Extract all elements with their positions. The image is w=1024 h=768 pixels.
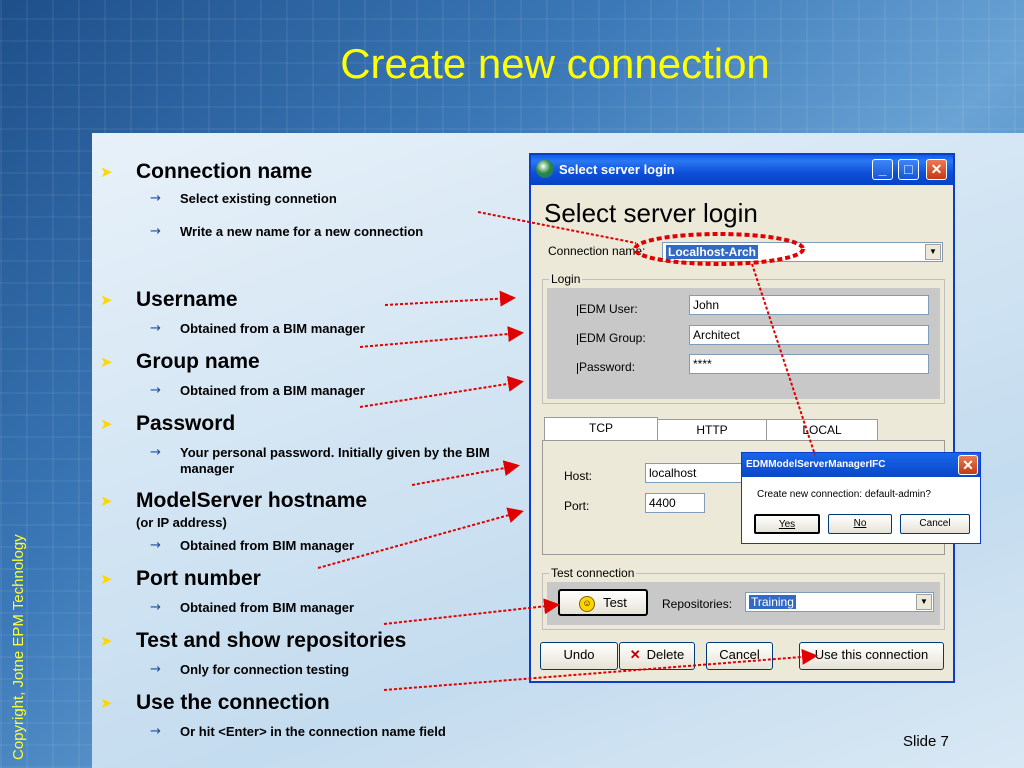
- delete-button[interactable]: ✕ Delete: [619, 642, 695, 670]
- delete-button-label: Delete: [646, 647, 685, 662]
- chevron-down-icon[interactable]: ▼: [916, 594, 932, 610]
- edm-group-input[interactable]: Architect: [689, 325, 929, 345]
- msgbox-titlebar[interactable]: EDMModelServerManagerIFC ✕: [742, 453, 980, 477]
- sub-bullet-text: Your personal password. Initially given …: [180, 445, 490, 476]
- sub-arrow-icon: →: [150, 191, 161, 206]
- sub-arrow-icon: →: [150, 662, 161, 677]
- sub-arrow-icon: →: [150, 538, 161, 553]
- cancel-button[interactable]: Cancel: [706, 642, 773, 670]
- delete-x-icon: ✕: [629, 647, 641, 662]
- yes-label: Yes: [778, 519, 796, 530]
- close-button[interactable]: ✕: [926, 159, 947, 180]
- host-label: Host:: [564, 469, 593, 483]
- sub-arrow-icon: →: [150, 321, 161, 336]
- bullet-arrow-icon: ➤: [100, 570, 113, 588]
- bullet-label: Password: [136, 412, 236, 435]
- bullet-label: Connection name: [136, 160, 313, 183]
- bullet-note: (or IP address): [136, 515, 227, 530]
- bullet-arrow-icon: ➤: [100, 415, 113, 433]
- sub-bullet-text: Write a new name for a new connection: [180, 224, 424, 239]
- sub-bullet-text: Only for connection testing: [180, 662, 350, 677]
- bullet-arrow-icon: ➤: [100, 353, 113, 371]
- password-input[interactable]: ****: [689, 354, 929, 374]
- smiley-icon: ☺: [579, 595, 596, 612]
- no-label: No: [853, 518, 867, 529]
- no-button[interactable]: No: [828, 514, 892, 534]
- port-label: Port:: [564, 499, 590, 513]
- tab-http[interactable]: HTTP: [657, 419, 767, 441]
- sub-bullet-text: Obtained from a BIM manager: [180, 383, 365, 398]
- undo-button[interactable]: Undo: [540, 642, 618, 670]
- bullet-label: ModelServer hostname: [136, 489, 368, 512]
- minimize-button[interactable]: _: [872, 159, 893, 180]
- field-marker: [577, 334, 578, 345]
- sub-arrow-icon: →: [150, 724, 161, 739]
- tab-local[interactable]: LOCAL: [766, 419, 878, 441]
- field-marker: [577, 363, 578, 374]
- select-server-login-dialog: Select server login _ □ ✕ Select server …: [529, 153, 955, 683]
- yes-button[interactable]: Yes: [754, 514, 820, 534]
- sub-arrow-icon: →: [150, 383, 161, 398]
- connection-name-combo[interactable]: Localhost-Arch ▼: [662, 242, 943, 262]
- test-button[interactable]: ☺ Test: [558, 589, 648, 616]
- repositories-combo[interactable]: Training ▼: [745, 592, 934, 612]
- sub-arrow-icon: →: [150, 224, 161, 239]
- bullet-arrow-icon: ➤: [100, 163, 113, 181]
- host-input[interactable]: localhost: [645, 463, 749, 483]
- edm-user-input[interactable]: John: [689, 295, 929, 315]
- sub-bullet-text: Select existing connetion: [180, 191, 337, 206]
- dialog-titlebar[interactable]: Select server login _ □ ✕: [531, 155, 953, 185]
- bullet-arrow-icon: ➤: [100, 694, 113, 712]
- test-group-title: Test connection: [549, 566, 637, 580]
- globe-icon: [536, 160, 554, 178]
- sub-bullet-text: Obtained from BIM manager: [180, 600, 355, 615]
- bullet-label: Test and show repositories: [136, 629, 407, 652]
- slide-number: Slide 7: [903, 733, 949, 750]
- bullet-arrow-icon: ➤: [100, 291, 113, 309]
- sub-bullet-text: Obtained from a BIM manager: [180, 321, 365, 336]
- sub-bullet-text: Obtained from BIM manager: [180, 538, 355, 553]
- bullet-label: Group name: [136, 350, 260, 373]
- msgbox-cancel-button[interactable]: Cancel: [900, 514, 970, 534]
- repositories-value: Training: [749, 595, 796, 609]
- repositories-label: Repositories:: [662, 597, 733, 611]
- sub-bullet-text: Or hit <Enter> in the connection name fi…: [180, 724, 446, 739]
- login-group-title: Login: [549, 272, 583, 286]
- edm-group-label: EDM Group:: [579, 331, 646, 345]
- field-marker: [577, 305, 578, 316]
- dialog-heading: Select server login: [544, 198, 758, 228]
- msgbox-title: EDMModelServerManagerIFC: [746, 459, 886, 470]
- bullet-label: Use the connection: [136, 691, 330, 714]
- connection-name-value: Localhost-Arch: [666, 245, 759, 259]
- bullet-label: Port number: [136, 567, 261, 590]
- password-label: Password:: [579, 360, 636, 374]
- copyright-text: Copyright, Jotne EPM Technology: [10, 534, 27, 760]
- edm-user-label: EDM User:: [579, 302, 638, 316]
- sub-arrow-icon: →: [150, 445, 161, 460]
- confirm-message-box: EDMModelServerManagerIFC ✕ Create new co…: [741, 452, 981, 544]
- maximize-button[interactable]: □: [898, 159, 919, 180]
- slide-title: Create new connection: [340, 40, 770, 87]
- chevron-down-icon[interactable]: ▼: [925, 244, 941, 260]
- sub-arrow-icon: →: [150, 600, 161, 615]
- bullet-label: Username: [136, 288, 238, 311]
- tab-tcp[interactable]: TCP: [544, 417, 658, 441]
- use-this-connection-button[interactable]: Use this connection: [799, 642, 944, 670]
- connection-name-label: Connection name:: [548, 244, 646, 258]
- bullet-arrow-icon: ➤: [100, 492, 113, 510]
- close-icon[interactable]: ✕: [958, 455, 978, 475]
- test-button-label: Test: [603, 595, 627, 610]
- msgbox-message: Create new connection: default-admin?: [757, 489, 931, 500]
- port-input[interactable]: 4400: [645, 493, 705, 513]
- window-title: Select server login: [559, 162, 675, 177]
- bullet-arrow-icon: ➤: [100, 632, 113, 650]
